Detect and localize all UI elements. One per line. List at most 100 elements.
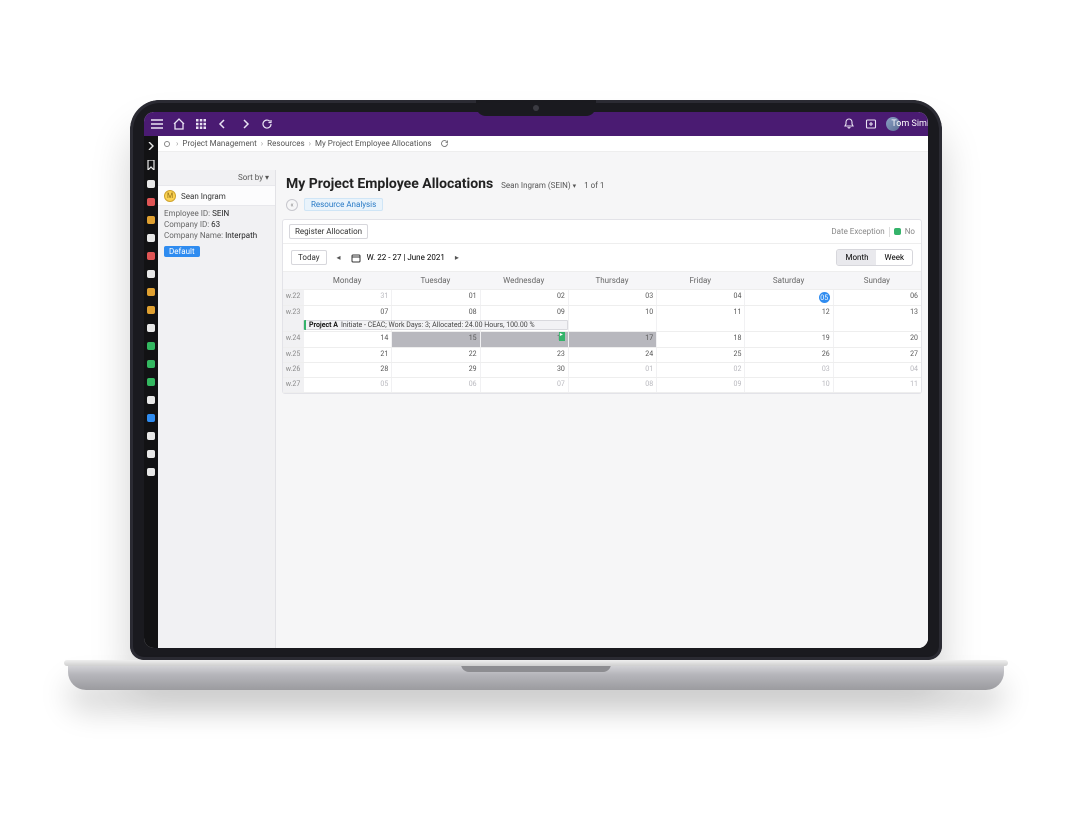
user-name[interactable]: Tom Simkin	[908, 117, 922, 131]
calendar-cell[interactable]: 15	[391, 332, 479, 347]
calendar-cell[interactable]: 03	[744, 363, 832, 377]
calendar-cell[interactable]: 24	[568, 348, 656, 362]
day-header: Saturday	[744, 272, 832, 289]
calendar-cell[interactable]: 02	[480, 290, 568, 305]
calendar-cell[interactable]: 10	[744, 378, 832, 392]
rail-item[interactable]	[147, 378, 155, 386]
nav-forward-icon[interactable]	[238, 117, 252, 131]
collapse-icon[interactable]: «	[286, 199, 298, 211]
rail-item[interactable]	[147, 342, 155, 350]
breadcrumb-refresh-icon[interactable]	[440, 139, 449, 148]
calendar-cell[interactable]: 26	[744, 348, 832, 362]
rail-item[interactable]	[147, 468, 155, 476]
date-range-label: W. 22 - 27 | June 2021	[367, 253, 445, 262]
legend-label: Date Exception	[831, 227, 884, 236]
prev-range-icon[interactable]: ◂	[333, 253, 345, 262]
rail-item[interactable]	[147, 216, 155, 224]
view-month[interactable]: Month	[837, 250, 876, 265]
rail-item[interactable]	[147, 270, 155, 278]
rail-item[interactable]	[147, 252, 155, 260]
calendar-cell[interactable]: 02	[656, 363, 744, 377]
refresh-icon[interactable]	[260, 117, 274, 131]
laptop-base	[68, 664, 1004, 690]
calendar-cell[interactable]: 28	[303, 363, 391, 377]
calendar-cell[interactable]: 13	[833, 306, 921, 331]
rail-item[interactable]	[147, 288, 155, 296]
record-list-item[interactable]: M Sean Ingram	[158, 185, 275, 206]
calendar-cell[interactable]: 04	[833, 363, 921, 377]
rail-item[interactable]	[147, 180, 155, 188]
next-range-icon[interactable]: ▸	[451, 253, 463, 262]
context-selector[interactable]: Sean Ingram (SEIN) ▾	[501, 181, 576, 190]
calendar-cell[interactable]: 12	[744, 306, 832, 331]
rail-item[interactable]	[147, 360, 155, 368]
calendar-cell[interactable]: 29	[391, 363, 479, 377]
sort-by-dropdown[interactable]: Sort by ▾	[238, 173, 269, 182]
bookmark-icon[interactable]	[147, 160, 155, 170]
calendar-cell[interactable]: 01	[391, 290, 479, 305]
rail-item[interactable]	[147, 450, 155, 458]
breadcrumb-item[interactable]: Resources	[267, 139, 304, 148]
day-header: Friday	[656, 272, 744, 289]
record-list-panel: Sort by ▾ M Sean Ingram Employee ID: SEI…	[158, 170, 276, 648]
calendar-cell[interactable]: 23	[480, 348, 568, 362]
rail-item[interactable]	[147, 432, 155, 440]
bell-icon[interactable]	[842, 117, 856, 131]
calendar-cell[interactable]: 04	[656, 290, 744, 305]
rail-item[interactable]	[147, 324, 155, 332]
calendar-cell[interactable]: 18	[656, 332, 744, 347]
calendar-cell[interactable]: 03	[568, 290, 656, 305]
calendar-cell[interactable]: 22	[391, 348, 479, 362]
calendar-cell[interactable]: 07	[480, 378, 568, 392]
calendar-cell[interactable]: 20	[833, 332, 921, 347]
resource-analysis-chip[interactable]: Resource Analysis	[304, 198, 383, 211]
rail-item[interactable]	[147, 396, 155, 404]
default-badge: Default	[164, 246, 200, 257]
breadcrumb-item[interactable]: Project Management	[182, 139, 256, 148]
calendar-grid: MondayTuesdayWednesdayThursdayFridaySatu…	[283, 271, 921, 393]
calendar-cell[interactable]: 14	[303, 332, 391, 347]
week-label: w.23	[283, 306, 303, 331]
calendar-cell[interactable]: 06	[833, 290, 921, 305]
date-picker-icon[interactable]	[351, 253, 361, 263]
day-header: Tuesday	[391, 272, 479, 289]
menu-icon[interactable]	[150, 117, 164, 131]
calendar-cell[interactable]: 05	[303, 378, 391, 392]
apps-icon[interactable]	[194, 117, 208, 131]
rail-item[interactable]	[147, 234, 155, 242]
calendar-cell[interactable]: 01	[568, 363, 656, 377]
register-allocation-button[interactable]: Register Allocation	[289, 224, 368, 239]
calendar-cell[interactable]: 11	[833, 378, 921, 392]
view-week[interactable]: Week	[876, 250, 912, 265]
today-button[interactable]: Today	[291, 250, 327, 265]
rail-expand-icon[interactable]	[147, 142, 155, 150]
calendar-cell[interactable]: 05	[744, 290, 832, 305]
calendar-cell[interactable]: 10	[568, 306, 656, 331]
rail-item[interactable]	[147, 198, 155, 206]
calendar-cell[interactable]: 16	[480, 332, 568, 347]
calendar-cell[interactable]: 09	[656, 378, 744, 392]
calendar-cell[interactable]: 06	[391, 378, 479, 392]
calendar-cell[interactable]: 30	[480, 363, 568, 377]
breadcrumb-item[interactable]: My Project Employee Allocations	[315, 139, 432, 148]
calendar-cell[interactable]: 11	[656, 306, 744, 331]
nav-rail	[144, 136, 158, 648]
allocation-bar[interactable]: Project AInitiate - CEAC; Work Days: 3; …	[303, 320, 568, 330]
calendar-cell[interactable]: 21	[303, 348, 391, 362]
nav-back-icon[interactable]	[216, 117, 230, 131]
calendar-cell[interactable]: 31	[303, 290, 391, 305]
rail-item[interactable]	[147, 414, 155, 422]
calendar-cell[interactable]: 17	[568, 332, 656, 347]
calendar-cell[interactable]: 08	[568, 378, 656, 392]
legend-swatch	[894, 228, 901, 235]
rail-item[interactable]	[147, 306, 155, 314]
record-selector-icon[interactable]	[164, 141, 170, 147]
calendar-cell[interactable]: 27	[833, 348, 921, 362]
week-label: w.25	[283, 348, 303, 362]
page-title: My Project Employee Allocations	[286, 176, 493, 192]
allocation-flag-icon[interactable]	[559, 332, 565, 341]
calendar-cell[interactable]: 25	[656, 348, 744, 362]
home-icon[interactable]	[172, 117, 186, 131]
calendar-plus-icon[interactable]	[864, 117, 878, 131]
calendar-cell[interactable]: 19	[744, 332, 832, 347]
